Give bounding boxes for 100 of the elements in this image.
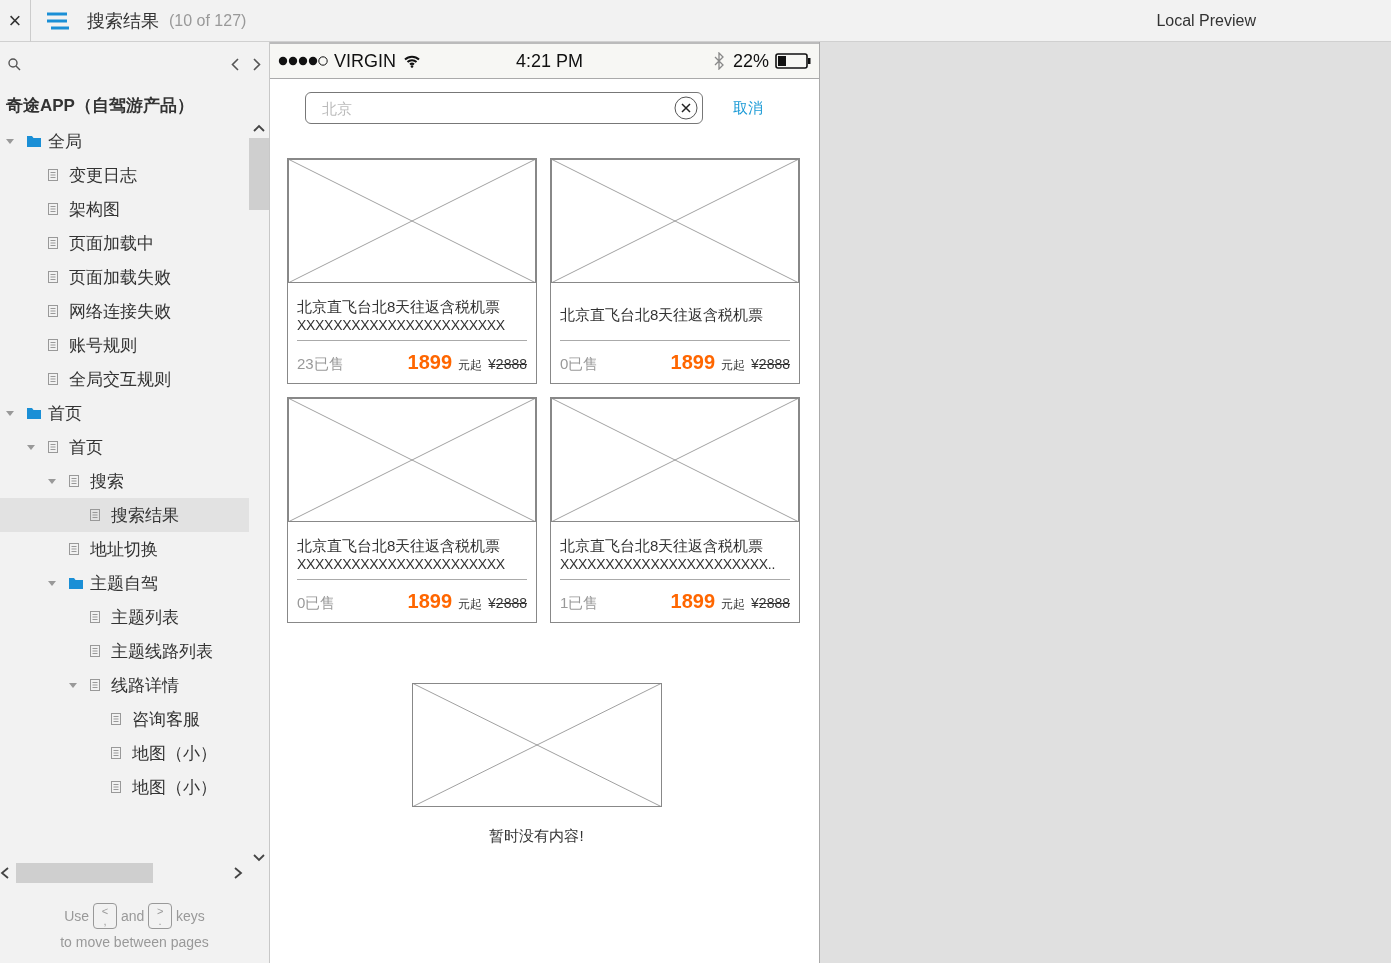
tree-item[interactable]: 架构图 [0,192,249,226]
page-icon [90,509,100,521]
product-subtitle: XXXXXXXXXXXXXXXXXXXXXXX [297,555,506,574]
search-field[interactable]: 北京 [305,92,703,124]
product-subtitle: XXXXXXXXXXXXXXXXXXXXXXX [297,316,506,335]
product-title: 北京直飞台北8天往返含税机票 [297,297,502,316]
page-icon [48,441,58,453]
scroll-down-icon[interactable] [253,854,265,862]
product-card[interactable]: 北京直飞台北8天往返含税机票 XXXXXXXXXXXXXXXXXXXXXXX 0已售 1899 元起 ¥2888 [287,397,537,623]
page-icon [69,543,79,555]
price: 1899 [407,351,453,374]
hint-text: to move between pages [59,933,210,953]
battery-icon [775,53,811,69]
page-icon [90,611,100,623]
page-icon [48,203,58,215]
tree-item[interactable]: 页面加载中 [0,226,249,260]
menu-icon[interactable] [47,11,69,30]
original-price: ¥2888 [751,595,790,611]
page-icon [111,747,121,759]
page-icon [90,645,100,657]
tree-item[interactable]: 页面加载失败 [0,260,249,294]
folder-icon [27,407,41,419]
sold-count: 1已售 [560,594,599,613]
price: 1899 [670,590,716,613]
product-title: 北京直飞台北8天往返含税机票 [297,536,502,555]
scroll-left-icon[interactable] [0,867,10,879]
sold-count: 0已售 [560,355,599,374]
sold-count: 0已售 [297,594,336,613]
sold-count: 23已售 [297,355,344,374]
tree-item[interactable]: 搜索结果 [0,498,249,532]
product-subtitle: XXXXXXXXXXXXXXXXXXXXXXX.. [560,555,777,574]
scrollbar-thumb[interactable] [16,863,153,883]
tree-item[interactable]: 地址切换 [0,532,249,566]
status-time: 4:21 PM [516,50,584,72]
folder-icon [69,577,83,589]
tree-item[interactable]: 主题自驾 [0,566,249,600]
search-icon[interactable] [8,57,21,71]
carrier-name: VIRGIN [334,50,396,72]
folder-icon [27,135,41,147]
expanded-arrow-icon[interactable] [27,443,35,451]
tree-item[interactable]: 全局 [0,124,249,158]
keyboard-key: < , [93,903,117,930]
tree-item[interactable]: 主题线路列表 [0,634,249,668]
expanded-arrow-icon[interactable] [69,681,77,689]
hint-text: keys [176,908,205,925]
scroll-up-icon[interactable] [253,124,265,132]
product-card[interactable]: 北京直飞台北8天往返含税机票 XXXXXXXXXXXXXXXXXXXXXXX 23已售 1899 元起 ¥2888 [287,158,537,384]
product-card[interactable]: 北京直飞台北8天往返含税机票 XXXXXXXXXXXXXXXXXXXXXXX.. 1已售 1899 元起 ¥2888 [550,397,800,623]
next-icon[interactable] [253,57,261,71]
page-icon [48,339,58,351]
battery-percent: 22% [732,50,769,72]
scrollbar-thumb[interactable] [249,138,269,210]
keyboard-key: > . [148,903,173,930]
clear-icon[interactable] [674,96,698,120]
expanded-arrow-icon[interactable] [48,579,56,587]
original-price: ¥2888 [488,356,527,372]
empty-message: 暂时没有内容! [489,827,584,846]
hint-text: and [120,908,145,925]
price-unit: 元起 [721,357,746,374]
expanded-arrow-icon[interactable] [48,477,56,485]
page-icon [48,305,58,317]
tree-item[interactable]: 首页 [0,396,249,430]
project-title: 奇途APP（自驾游产品） [5,95,195,117]
scroll-right-icon[interactable] [233,867,243,879]
expanded-arrow-icon[interactable] [6,137,14,145]
tree-item[interactable]: 全局交互规则 [0,362,249,396]
price-unit: 元起 [458,357,483,374]
original-price: ¥2888 [751,356,790,372]
hint-text: Use [64,908,90,925]
wifi-icon [404,54,420,68]
page-icon [111,713,121,725]
tree-item[interactable]: 账号规则 [0,328,249,362]
price-unit: 元起 [458,596,483,613]
tree-item[interactable]: 网络连接失败 [0,294,249,328]
product-title: 北京直飞台北8天往返含税机票 [560,536,765,555]
previous-icon[interactable] [231,57,239,71]
tree-item[interactable]: 地图（小） [0,736,249,770]
page-icon [48,373,58,385]
page-icon [90,679,100,691]
tree-item[interactable]: 咨询客服 [0,702,249,736]
page-icon [48,237,58,249]
price: 1899 [407,590,453,613]
close-button[interactable]: × [0,0,31,42]
price: 1899 [670,351,716,374]
tree-item[interactable]: 变更日志 [0,158,249,192]
tree-item[interactable]: 线路详情 [0,668,249,702]
original-price: ¥2888 [488,595,527,611]
tree-item[interactable]: 主题列表 [0,600,249,634]
bluetooth-icon [713,52,725,70]
tree-item[interactable]: 首页 [0,430,249,464]
page-icon [69,475,79,487]
preview-title: Local Preview [1155,11,1257,30]
tree-item[interactable]: 搜索 [0,464,249,498]
page-count: (10 of 127) [169,11,247,30]
page-icon [48,271,58,283]
tree-item[interactable]: 地图（小） [0,770,249,804]
price-unit: 元起 [721,596,746,613]
page-icon [111,781,121,793]
product-card[interactable]: 北京直飞台北8天往返含税机票 0已售 1899 元起 ¥2888 [550,158,800,384]
expanded-arrow-icon[interactable] [6,409,14,417]
